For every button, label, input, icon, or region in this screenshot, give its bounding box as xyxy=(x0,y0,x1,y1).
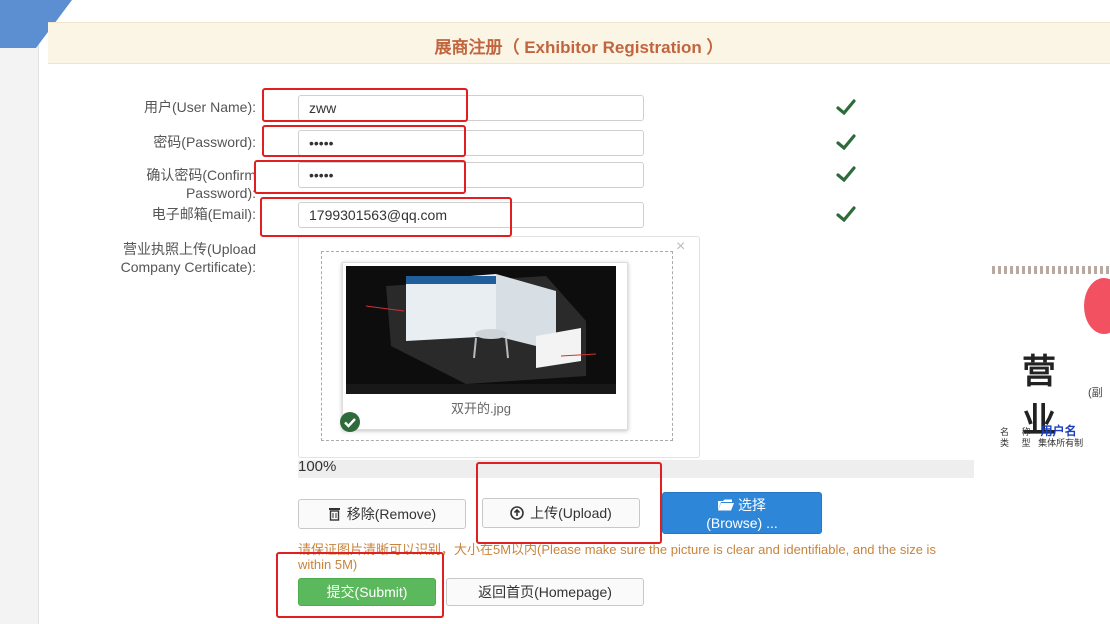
submit-button[interactable]: 提交(Submit) xyxy=(298,578,436,606)
email-input[interactable]: 1799301563@qq.com xyxy=(298,202,644,228)
confirm-password-label: 确认密码(Confirm Password): xyxy=(146,166,256,202)
username-label: 用户(User Name): xyxy=(143,99,256,115)
remove-button[interactable]: 移除(Remove) xyxy=(298,499,466,529)
remove-button-label: 移除(Remove) xyxy=(346,506,437,522)
page-title: 展商注册（ Exhibitor Registration ） xyxy=(434,38,724,57)
upload-progress-bar xyxy=(298,460,974,478)
close-icon[interactable]: × xyxy=(676,238,685,256)
certificate-border xyxy=(992,266,1110,274)
username-input[interactable]: zww xyxy=(298,95,644,121)
file-name: 双开的.jpg xyxy=(451,401,511,416)
confirm-password-input[interactable]: ••••• xyxy=(298,162,644,188)
certificate-subtitle: (副 xyxy=(1088,387,1103,399)
confirm-password-label-line2: Password): xyxy=(185,185,256,201)
upload-button-label: 上传(Upload) xyxy=(530,505,612,521)
certificate-seal xyxy=(1084,278,1110,334)
certificate-upload-label: 营业执照上传(Upload Company Certificate): xyxy=(121,240,256,276)
browse-button-label-line2: (Browse) ... xyxy=(706,515,778,531)
upload-hint-text: 请保证图片清晰可以识别，大小在5M以内(Please make sure the… xyxy=(298,542,936,572)
check-icon xyxy=(836,166,856,182)
certificate-row-type: 类 型 集体所有制 xyxy=(1000,436,1083,449)
left-sidebar-strip xyxy=(0,0,39,624)
upload-button[interactable]: 上传(Upload) xyxy=(482,498,640,528)
form-header: 展商注册（ Exhibitor Registration ） xyxy=(48,22,1110,64)
confirm-password-label-line1: 确认密码(Confirm xyxy=(146,167,256,183)
browse-button-label-line1: 选择 xyxy=(737,497,766,513)
password-input[interactable]: ••••• xyxy=(298,130,644,156)
check-icon xyxy=(836,134,856,150)
upload-progress-text: 100% xyxy=(298,458,337,475)
upload-progress-fill xyxy=(298,460,974,478)
certificate-row-key: 类 xyxy=(1000,438,1010,448)
certificate-upload-label-line1: 营业执照上传(Upload xyxy=(122,241,256,257)
homepage-button[interactable]: 返回首页(Homepage) xyxy=(446,578,644,606)
folder-icon xyxy=(718,499,735,511)
browse-button-line1: 选择 xyxy=(663,496,821,514)
browse-button[interactable]: 选择 (Browse) ... xyxy=(662,492,822,534)
upload-circle-icon xyxy=(510,506,524,520)
file-thumbnail-image xyxy=(346,266,616,394)
password-label: 密码(Password): xyxy=(153,134,256,150)
email-label: 电子邮箱(Email): xyxy=(151,206,256,222)
certificate-row-value: 集体所有制 xyxy=(1038,438,1084,448)
trash-icon xyxy=(328,508,340,521)
certificate-preview-image: 营 业 (副 名 称 用户名 类 型 集体所有制 xyxy=(992,262,1110,450)
check-icon xyxy=(836,206,856,222)
certificate-upload-label-line2: Company Certificate): xyxy=(120,259,256,275)
check-icon xyxy=(836,99,856,115)
success-check-icon xyxy=(340,412,360,432)
certificate-row-key2: 型 xyxy=(1021,438,1031,448)
